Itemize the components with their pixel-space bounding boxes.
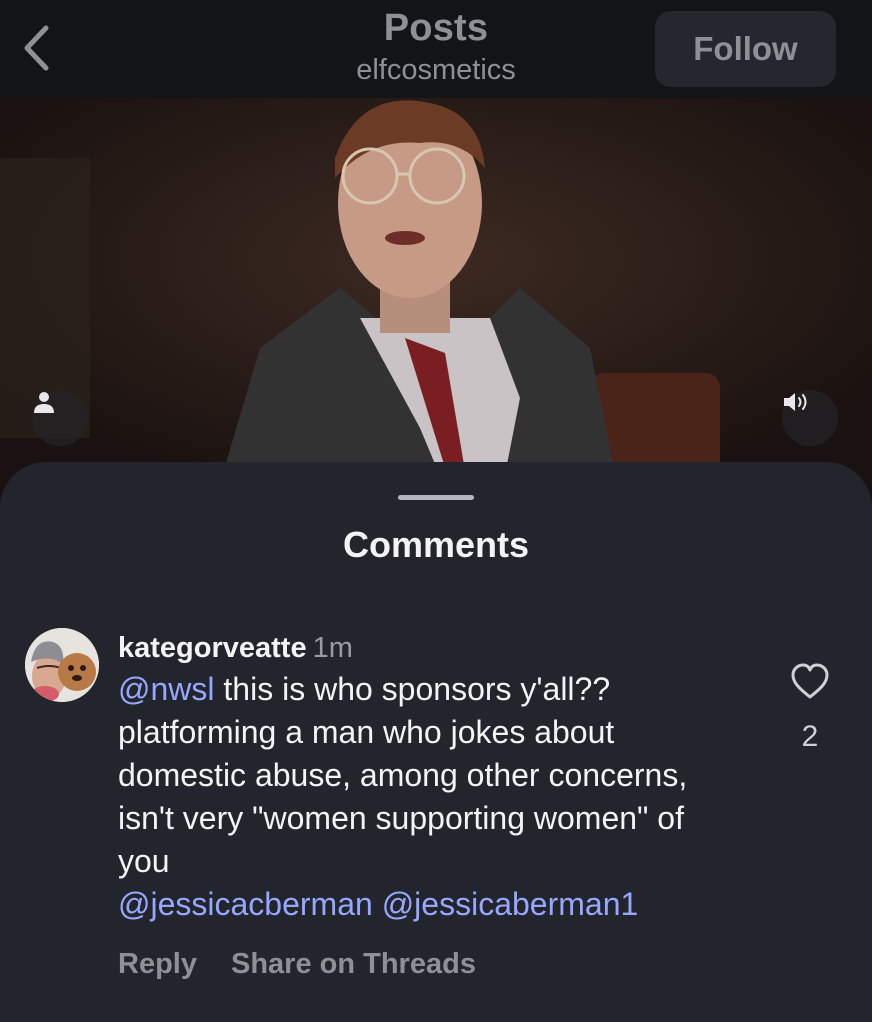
comment-text: @nwsl this is who sponsors y'all?? platf… xyxy=(118,668,718,926)
avatar[interactable] xyxy=(25,628,99,702)
comment-actions: Reply Share on Threads xyxy=(118,948,718,981)
like-count: 2 xyxy=(801,720,819,753)
mention-link[interactable]: @nwsl xyxy=(118,671,215,707)
person-icon xyxy=(34,392,54,413)
comment-time: 1m xyxy=(312,632,353,664)
like-button[interactable] xyxy=(790,662,830,702)
mention-link[interactable]: @jessicaberman1 xyxy=(382,886,639,922)
top-bar: Posts elfcosmetics Follow xyxy=(0,0,872,98)
video-frame xyxy=(0,98,872,500)
share-on-threads-button[interactable]: Share on Threads xyxy=(231,948,476,980)
sound-toggle-button[interactable] xyxy=(782,390,838,446)
speaker-icon xyxy=(784,393,807,411)
comment-username[interactable]: kategorveatte xyxy=(118,632,307,664)
heart-icon xyxy=(791,663,829,699)
reply-button[interactable]: Reply xyxy=(118,948,197,980)
mention-link[interactable]: @jessicacberman xyxy=(118,886,373,922)
sheet-drag-handle[interactable] xyxy=(398,495,474,500)
follow-button[interactable]: Follow xyxy=(655,11,836,87)
avatar-image xyxy=(25,628,99,702)
comments-sheet: Comments kategorveatte 1m @nwsl this is w… xyxy=(0,462,872,1022)
tagged-users-button[interactable] xyxy=(32,390,88,446)
video-player[interactable] xyxy=(0,98,872,500)
comments-title: Comments xyxy=(342,524,530,565)
